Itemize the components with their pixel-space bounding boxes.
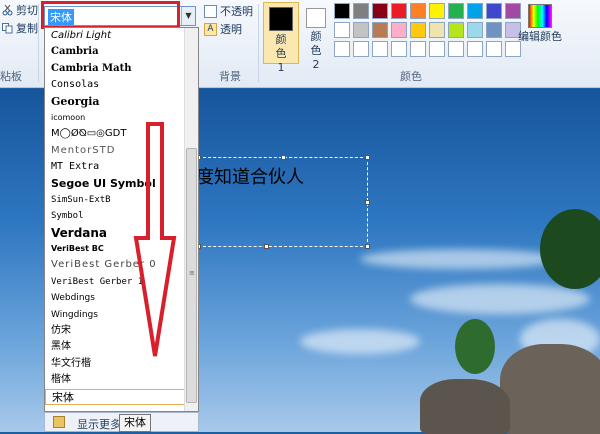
palette-swatch[interactable]	[353, 3, 369, 19]
cut-label: 剪切	[16, 4, 38, 17]
color1-label: 颜色 1	[275, 33, 287, 74]
resize-handle[interactable]	[264, 244, 269, 249]
tree	[540, 209, 600, 289]
cloud	[360, 249, 560, 269]
rock	[420, 379, 510, 434]
cloud	[410, 284, 590, 314]
rock	[500, 344, 600, 434]
background-group-label: 背景	[219, 70, 241, 83]
divider	[38, 4, 39, 82]
palette-swatch[interactable]	[467, 41, 483, 57]
grip-icon: ≡	[189, 269, 195, 277]
resize-handle[interactable]	[365, 155, 370, 160]
palette-swatch[interactable]	[391, 22, 407, 38]
palette-swatch[interactable]	[372, 3, 388, 19]
palette-swatch[interactable]	[486, 41, 502, 57]
edit-colors-button[interactable]: 编辑颜色	[518, 2, 562, 44]
folder-icon	[53, 416, 65, 428]
palette-swatch[interactable]	[334, 41, 350, 57]
resize-handle[interactable]	[365, 200, 370, 205]
resize-handle[interactable]	[281, 155, 286, 160]
palette-swatch[interactable]	[372, 22, 388, 38]
colors-group-label: 颜色	[400, 70, 422, 83]
palette-swatch[interactable]	[429, 22, 445, 38]
palette-swatch[interactable]	[410, 22, 426, 38]
font-list-item[interactable]: Calibri Light	[45, 28, 185, 44]
tree	[455, 319, 495, 374]
divider	[258, 4, 259, 82]
color-palette	[334, 3, 521, 57]
transparent-option[interactable]: A 透明	[204, 21, 242, 37]
transparent-label: 透明	[220, 23, 242, 36]
palette-swatch[interactable]	[467, 3, 483, 19]
font-list-item[interactable]: 楷体	[45, 372, 185, 388]
palette-swatch[interactable]	[410, 41, 426, 57]
opaque-option[interactable]: 不透明	[204, 3, 253, 19]
palette-swatch[interactable]	[372, 41, 388, 57]
palette-swatch[interactable]	[429, 3, 445, 19]
color2-button[interactable]: 颜色 2	[302, 2, 330, 71]
palette-swatch[interactable]	[391, 41, 407, 57]
palette-swatch[interactable]	[334, 3, 350, 19]
color-wheel-icon	[528, 4, 552, 28]
chevron-down-icon[interactable]: ▼	[181, 7, 195, 25]
copy-button[interactable]: 复制	[2, 20, 38, 36]
color2-swatch	[306, 8, 326, 28]
palette-swatch[interactable]	[353, 41, 369, 57]
palette-swatch[interactable]	[391, 3, 407, 19]
palette-swatch[interactable]	[429, 41, 445, 57]
canvas-text: 度知道合伙人	[196, 167, 304, 188]
palette-swatch[interactable]	[448, 41, 464, 57]
copy-label: 复制	[16, 22, 38, 35]
scrollbar-thumb[interactable]: ≡	[186, 148, 197, 403]
font-list-item[interactable]: Georgia	[45, 94, 185, 110]
palette-swatch[interactable]	[410, 3, 426, 19]
edit-colors-label: 编辑颜色	[518, 30, 562, 43]
font-list-item[interactable]: Cambria Math	[45, 61, 185, 77]
opaque-icon	[204, 4, 217, 18]
palette-swatch[interactable]	[448, 3, 464, 19]
font-list-item[interactable]: Cambria	[45, 44, 185, 60]
palette-swatch[interactable]	[486, 22, 502, 38]
transparent-icon: A	[204, 22, 217, 36]
font-list-item[interactable]: Consolas	[45, 77, 185, 93]
font-tooltip: 宋体	[119, 414, 151, 432]
color2-label: 颜色 2	[310, 30, 322, 71]
color1-button[interactable]: 颜色 1	[263, 2, 299, 74]
color1-swatch	[269, 7, 293, 31]
palette-swatch[interactable]	[448, 22, 464, 38]
palette-swatch[interactable]	[467, 22, 483, 38]
opaque-label: 不透明	[220, 5, 253, 18]
annotation-highlight-box	[41, 1, 180, 29]
resize-handle[interactable]	[365, 244, 370, 249]
clipboard-group-label: 粘板	[0, 70, 22, 83]
scissors-icon	[2, 4, 13, 16]
cloud	[300, 329, 420, 354]
scrollbar[interactable]: ≡	[184, 28, 198, 411]
cut-button[interactable]: 剪切	[2, 2, 38, 18]
copy-icon	[2, 22, 13, 34]
palette-swatch[interactable]	[353, 22, 369, 38]
palette-swatch[interactable]	[486, 3, 502, 19]
palette-swatch[interactable]	[334, 22, 350, 38]
annotation-down-arrow	[133, 122, 177, 357]
font-list-item[interactable]: 宋体	[45, 388, 185, 405]
